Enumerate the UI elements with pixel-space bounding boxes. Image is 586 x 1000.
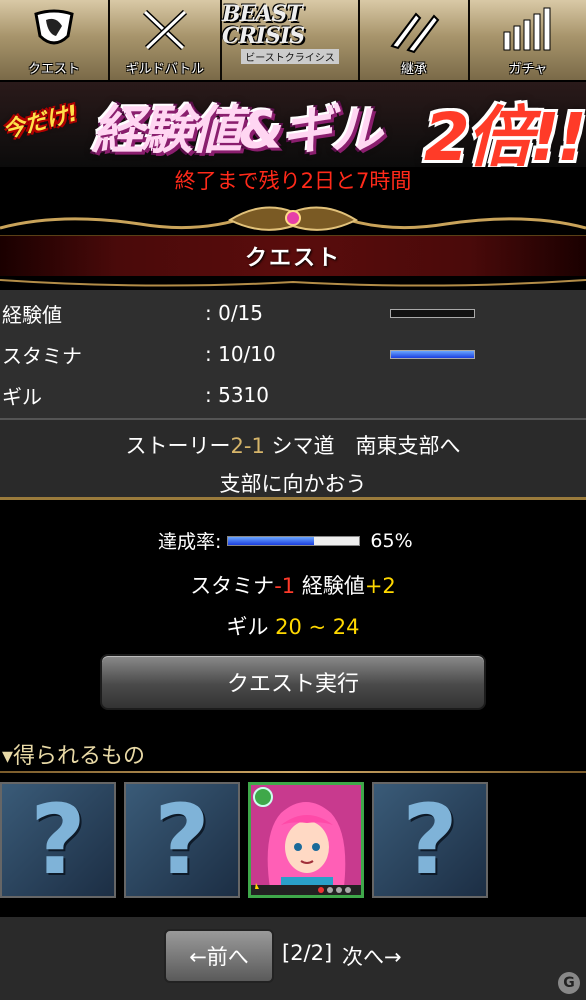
stat-stamina-label: スタミナ	[2, 343, 82, 368]
stamina-bar	[390, 349, 475, 359]
nav-inherit[interactable]: 継承	[360, 0, 470, 80]
nav-beast-crisis-label: ビーストクライシス	[241, 48, 339, 64]
stat-gil-label: ギル	[2, 384, 42, 409]
rewards-heading[interactable]: ▾得られるもの	[2, 738, 145, 770]
campaign-countdown: 終了まで残り2日と7時間	[174, 169, 412, 193]
nav-gacha-label: ガチャ	[508, 62, 548, 77]
stamina-bar-fill	[391, 350, 474, 358]
cost-stamina-value: -1	[274, 574, 296, 598]
gil-reward-range: 20 ~ 24	[275, 615, 360, 639]
page-title: クエスト	[244, 246, 341, 271]
reward-character-card[interactable]	[248, 782, 364, 898]
ornament-underline	[0, 279, 586, 287]
banner-limited-text: 今だけ!	[0, 101, 81, 144]
nav-beast-crisis[interactable]: BEAST CRISIS ビーストクライシス	[222, 0, 360, 80]
stat-exp-label: 経験値	[2, 302, 62, 327]
quest-cost: スタミナ-1 経験値+2	[0, 570, 586, 600]
story-panel: ストーリー2-1 シマ道 南東支部へ 支部に向かおう	[0, 418, 586, 500]
stat-gil-row: ギル : 5310	[0, 374, 586, 416]
achievement-label: 達成率:	[158, 531, 222, 553]
story-suffix: シマ道 南東支部へ	[264, 434, 461, 458]
achievement-rate: 達成率: 65%	[158, 527, 413, 554]
achievement-bar	[227, 535, 361, 546]
stat-stamina-row: スタミナ : 10/10	[0, 333, 586, 375]
bars-icon	[503, 7, 551, 51]
feather-arrows-icon	[390, 12, 440, 54]
nav-guild-battle[interactable]: ギルドバトル	[110, 0, 222, 80]
cost-exp-value: +2	[364, 574, 396, 598]
prev-page-button[interactable]: ←前へ	[164, 929, 274, 983]
question-mark-icon: ?	[154, 784, 210, 896]
story-objective: 支部に向かおう	[219, 472, 367, 496]
stat-gil-value: : 5310	[205, 383, 269, 407]
quest-gil-reward: ギル 20 ~ 24	[0, 611, 586, 641]
top-nav: クエスト ギルドバトル BEAST CRISIS ビーストクライシス 継承 ガチ…	[0, 0, 586, 80]
character-portrait-icon	[251, 785, 361, 895]
story-title: ストーリー2-1 シマ道 南東支部へ	[0, 430, 586, 460]
exp-bar	[390, 308, 475, 318]
gil-reward-label: ギル	[226, 615, 276, 639]
page-indicator: [2/2]	[282, 941, 333, 965]
banner-main-text: 経験値&ギル	[92, 101, 382, 161]
nav-quest[interactable]: クエスト	[0, 0, 110, 80]
question-mark-icon: ?	[402, 784, 458, 896]
cost-exp-label: 経験値	[295, 574, 365, 598]
story-prefix: ストーリー	[125, 434, 231, 458]
nav-quest-label: クエスト	[27, 62, 80, 77]
reward-unknown-1[interactable]: ?	[0, 782, 116, 898]
nav-gacha[interactable]: ガチャ	[470, 0, 586, 80]
stat-exp-value: : 0/15	[205, 301, 264, 325]
cost-stamina-label: スタミナ	[190, 574, 275, 598]
campaign-banner[interactable]: 今だけ! 経験値&ギル 2倍!!	[0, 82, 586, 167]
player-stats: 経験値 : 0/15 スタミナ : 10/10 ギル : 5310	[0, 290, 586, 418]
quest-execute-button[interactable]: クエスト実行	[100, 654, 486, 710]
next-page-link[interactable]: 次へ→	[342, 941, 402, 971]
nav-inherit-label: 継承	[400, 62, 427, 77]
ornament-divider	[0, 206, 586, 237]
question-mark-icon: ?	[30, 784, 86, 896]
site-watermark-icon: G	[558, 972, 580, 994]
stat-exp-row: 経験値 : 0/15	[0, 292, 586, 334]
section-title-bar: クエスト	[0, 236, 586, 276]
banner-double-text: 2倍!!	[423, 99, 586, 167]
beast-crisis-logo: BEAST CRISIS	[222, 0, 305, 49]
story-chapter: 2-1	[230, 434, 265, 458]
shield-horse-icon	[34, 9, 74, 45]
achievement-bar-fill	[228, 536, 314, 545]
crossed-swords-icon	[142, 9, 188, 51]
achievement-value: 65%	[370, 529, 413, 552]
rewards-divider	[0, 771, 586, 773]
reward-unknown-2[interactable]: ?	[124, 782, 240, 898]
nav-guild-battle-label: ギルドバトル	[125, 62, 205, 77]
stat-stamina-value: : 10/10	[205, 342, 276, 366]
reward-unknown-3[interactable]: ?	[372, 782, 488, 898]
